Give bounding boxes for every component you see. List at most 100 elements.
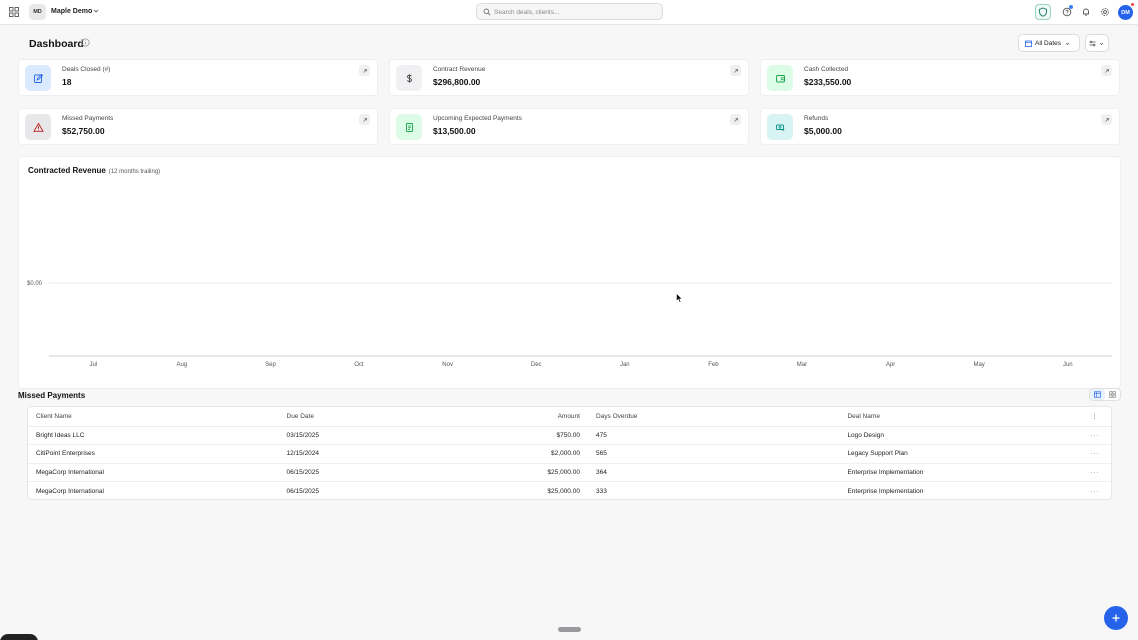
cell-due-date: 03/15/2025	[278, 426, 479, 445]
expand-button[interactable]	[359, 114, 370, 125]
corner-widget[interactable]	[0, 634, 38, 640]
add-button[interactable]	[1104, 606, 1128, 630]
column-header-due-date[interactable]: Due Date	[278, 407, 479, 427]
arrow-up-right-icon	[1104, 68, 1109, 73]
help-button[interactable]	[1059, 4, 1075, 20]
stat-value: $13,500.00	[433, 126, 476, 136]
page-title: Dashboard	[29, 38, 84, 50]
table-row[interactable]: Bright Ideas LLC 03/15/2025 $750.00 475 …	[28, 426, 1111, 445]
settings-button[interactable]	[1097, 4, 1113, 20]
filter-button[interactable]	[1085, 34, 1109, 52]
column-header-client[interactable]: Client Name	[28, 407, 279, 427]
expand-button[interactable]	[1101, 65, 1112, 76]
cell-amount: $25,000.00	[547, 487, 580, 495]
cell-days-overdue: 364	[587, 463, 840, 482]
y-tick-label: $0.00	[27, 281, 43, 287]
drag-handle[interactable]	[558, 627, 581, 632]
x-tick-label: Apr	[886, 362, 895, 368]
row-menu-button[interactable]: ···	[1078, 426, 1111, 445]
expand-button[interactable]	[359, 65, 370, 76]
arrow-up-right-icon	[733, 117, 738, 122]
status-dot	[1130, 2, 1135, 7]
chevron-down-icon[interactable]	[92, 7, 100, 15]
stat-label: Cash Collected	[804, 66, 849, 73]
expand-button[interactable]	[1101, 114, 1112, 125]
table-row[interactable]: MegaCorp International 06/15/2025 $25,00…	[28, 463, 1111, 482]
search-box[interactable]	[476, 3, 663, 20]
arrow-up-right-icon	[362, 117, 367, 122]
search-input[interactable]	[494, 6, 654, 18]
table-view-button[interactable]	[1090, 389, 1105, 400]
cell-amount: $2,000.00	[478, 444, 588, 464]
table-row[interactable]: MegaCorp International 06/15/2025 $25,00…	[28, 482, 1111, 500]
table-row[interactable]: CitiPoint Enterprises 12/15/2024 $2,000.…	[28, 444, 1111, 464]
stat-value: $296,800.00	[433, 77, 481, 87]
expand-button[interactable]	[730, 114, 741, 125]
stat-card-missed-payments[interactable]: Missed Payments $52,750.00	[18, 108, 378, 145]
stat-card-contract-revenue[interactable]: Contract Revenue $296,800.00	[389, 59, 749, 96]
cell-due-date: 12/15/2024	[278, 444, 479, 464]
shield-button[interactable]	[1035, 4, 1051, 20]
column-settings[interactable]: ⋮	[1078, 407, 1111, 427]
dollar-icon	[406, 73, 412, 83]
column-header-amount[interactable]: Amount	[478, 407, 588, 427]
cell-amount: $25,000.00	[478, 463, 588, 482]
expand-button[interactable]	[730, 65, 741, 76]
info-icon[interactable]	[81, 38, 90, 47]
cell-due-date: 06/15/2025	[286, 487, 320, 495]
stat-card-cash-collected[interactable]: Cash Collected $233,550.00	[760, 59, 1120, 96]
stat-label: Contract Revenue	[433, 66, 486, 73]
cell-deal: Logo Design	[839, 426, 1079, 445]
arrow-up-right-icon	[1104, 117, 1109, 122]
stat-value: 18	[62, 77, 72, 87]
gear-icon	[1101, 8, 1109, 16]
cell-days-overdue: 333	[595, 487, 607, 495]
missed-payments-table: Client Name Due Date Amount Days Overdue…	[27, 406, 1112, 500]
cell-client: Bright Ideas LLC	[28, 426, 279, 445]
x-tick-label: Mar	[797, 362, 807, 368]
cell-client: CitiPoint Enterprises	[28, 444, 279, 464]
x-tick-label: Aug	[177, 362, 188, 368]
row-menu-button[interactable]: ···	[1078, 444, 1111, 464]
table-header-row: Client Name Due Date Amount Days Overdue…	[28, 407, 1111, 427]
search-icon	[483, 8, 491, 16]
cell-client: MegaCorp International	[28, 463, 279, 482]
column-header-deal[interactable]: Deal Name	[839, 407, 1079, 427]
warning-icon	[32, 122, 44, 132]
chart-plot: $0.00 Jul Aug Sep Oct Nov Dec Jan Feb Mar Apr May Ju…	[27, 281, 1112, 368]
cell-client: MegaCorp International	[36, 487, 104, 495]
cell-deal: Enterprise Implementation	[839, 463, 1079, 482]
org-name[interactable]: Maple Demo	[51, 8, 92, 15]
apps-grid-icon[interactable]	[9, 7, 19, 17]
stat-icon	[396, 65, 422, 91]
stat-card-deals-closed[interactable]: Deals Closed (#) 18	[18, 59, 378, 96]
notification-dot	[1069, 5, 1073, 9]
notifications-button[interactable]	[1078, 4, 1094, 20]
edit-icon	[33, 73, 43, 83]
stat-label: Refunds	[804, 115, 829, 122]
arrow-up-right-icon	[362, 68, 367, 73]
cell-deal: Legacy Support Plan	[839, 444, 1079, 464]
x-tick-label: May	[973, 362, 984, 368]
grid-view-button[interactable]	[1105, 389, 1120, 400]
calendar-icon	[1025, 40, 1032, 47]
receipt-icon	[405, 122, 413, 132]
stat-card-upcoming-payments[interactable]: Upcoming Expected Payments $13,500.00	[389, 108, 749, 145]
column-header-days-overdue[interactable]: Days Overdue	[587, 407, 840, 427]
row-menu-button[interactable]: ···	[1078, 463, 1111, 482]
cell-amount: $750.00	[478, 426, 588, 445]
x-tick-label: Sep	[265, 362, 276, 368]
cell-days-overdue: 565	[587, 444, 840, 464]
refund-icon	[775, 124, 785, 131]
missed-payments-title: Missed Payments	[18, 391, 86, 400]
stat-icon	[25, 114, 51, 140]
contracted-revenue-chart: Contracted Revenue (12 months trailing) $…	[18, 156, 1121, 389]
org-avatar[interactable]: MD	[29, 4, 46, 20]
user-avatar[interactable]: DM	[1118, 5, 1133, 20]
stat-card-refunds[interactable]: Refunds $5,000.00	[760, 108, 1120, 145]
arrow-up-right-icon	[733, 68, 738, 73]
row-menu-button[interactable]: ···	[1079, 482, 1111, 500]
date-filter-label: All Dates	[1035, 39, 1062, 47]
chevron-down-icon	[1065, 42, 1070, 45]
date-filter-button[interactable]: All Dates	[1018, 34, 1080, 52]
